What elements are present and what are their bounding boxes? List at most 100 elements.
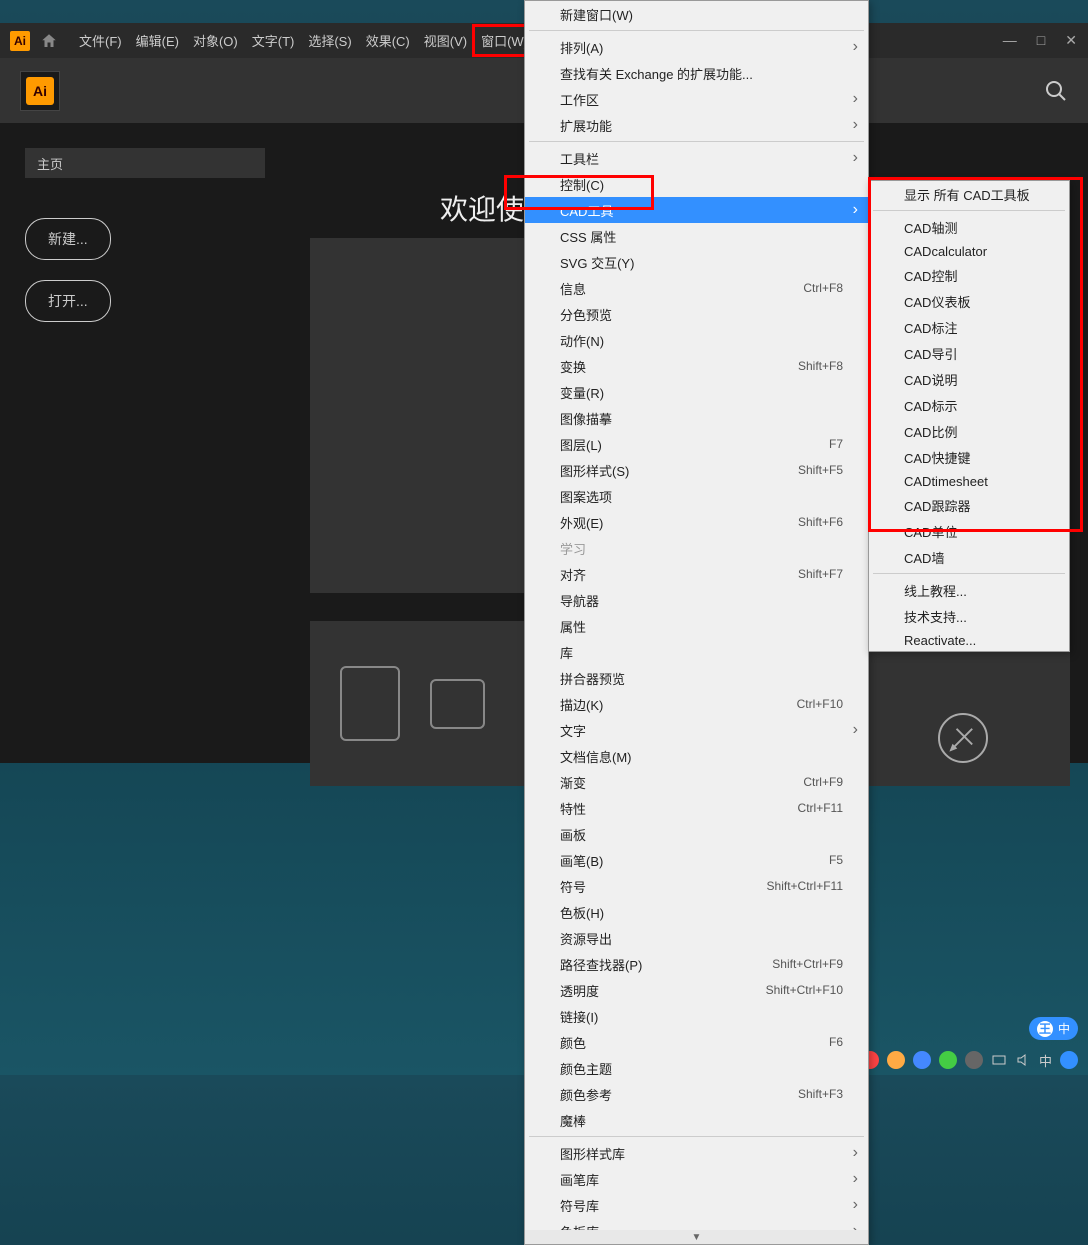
menu-bar: 文件(F) 编辑(E) 对象(O) 文字(T) 选择(S) 效果(C) 视图(V…: [73, 27, 534, 54]
menu-item[interactable]: 画板: [525, 821, 868, 847]
submenu-item[interactable]: CAD单位: [869, 518, 1069, 544]
menu-type[interactable]: 文字(T): [246, 27, 301, 54]
menu-item[interactable]: 色板(H): [525, 899, 868, 925]
search-icon[interactable]: [1044, 79, 1068, 103]
menu-item[interactable]: 文档信息(M): [525, 743, 868, 769]
menu-item[interactable]: 符号库: [525, 1192, 868, 1218]
app-logo-icon: Ai: [10, 31, 30, 51]
menu-file[interactable]: 文件(F): [73, 27, 128, 54]
close-button[interactable]: ✕: [1059, 32, 1083, 49]
new-button[interactable]: 新建...: [25, 218, 111, 260]
menu-item[interactable]: 动作(N): [525, 327, 868, 353]
submenu-item[interactable]: CAD轴测: [869, 214, 1069, 240]
submenu-item[interactable]: CADcalculator: [869, 240, 1069, 262]
menu-item[interactable]: 导航器: [525, 587, 868, 613]
menu-item[interactable]: 变量(R): [525, 379, 868, 405]
menu-item[interactable]: 颜色主题: [525, 1055, 868, 1081]
open-button[interactable]: 打开...: [25, 280, 111, 322]
submenu-item[interactable]: CAD说明: [869, 366, 1069, 392]
menu-view[interactable]: 视图(V): [418, 27, 473, 54]
menu-item[interactable]: 符号Shift+Ctrl+F11: [525, 873, 868, 899]
preset-icon[interactable]: [430, 679, 485, 729]
menu-item[interactable]: 渐变Ctrl+F9: [525, 769, 868, 795]
menu-item[interactable]: 魔棒: [525, 1107, 868, 1133]
page-title-input[interactable]: [25, 148, 265, 178]
window-controls: — □ ✕: [997, 32, 1083, 49]
submenu-item[interactable]: CAD跟踪器: [869, 492, 1069, 518]
submenu-item[interactable]: CADtimesheet: [869, 470, 1069, 492]
menu-item[interactable]: 透明度Shift+Ctrl+F10: [525, 977, 868, 1003]
menu-item[interactable]: 图形样式库: [525, 1140, 868, 1166]
ime-badge[interactable]: 王 中: [1029, 1017, 1078, 1040]
submenu-item[interactable]: CAD标示: [869, 392, 1069, 418]
menu-edit[interactable]: 编辑(E): [130, 27, 185, 54]
menu-item[interactable]: 特性Ctrl+F11: [525, 795, 868, 821]
menu-item[interactable]: 查找有关 Exchange 的扩展功能...: [525, 60, 868, 86]
volume-icon[interactable]: [1015, 1052, 1031, 1068]
submenu-item[interactable]: CAD仪表板: [869, 288, 1069, 314]
submenu-item[interactable]: Reactivate...: [869, 629, 1069, 651]
tray-icon[interactable]: [1060, 1051, 1078, 1069]
menu-item: 学习: [525, 535, 868, 561]
submenu-item[interactable]: 技术支持...: [869, 603, 1069, 629]
menu-item[interactable]: 颜色F6: [525, 1029, 868, 1055]
tray-icon[interactable]: [965, 1051, 983, 1069]
submenu-item[interactable]: CAD控制: [869, 262, 1069, 288]
menu-item[interactable]: 新建窗口(W): [525, 1, 868, 27]
menu-item[interactable]: 画笔(B)F5: [525, 847, 868, 873]
menu-item[interactable]: 描边(K)Ctrl+F10: [525, 691, 868, 717]
menu-item[interactable]: 资源导出: [525, 925, 868, 951]
maximize-button[interactable]: □: [1031, 32, 1051, 49]
menu-select[interactable]: 选择(S): [302, 27, 357, 54]
menu-item[interactable]: 对齐Shift+F7: [525, 561, 868, 587]
menu-item[interactable]: 分色预览: [525, 301, 868, 327]
preset-icon[interactable]: [340, 666, 400, 741]
submenu-item[interactable]: 线上教程...: [869, 577, 1069, 603]
ime-indicator[interactable]: 中: [1039, 1051, 1052, 1070]
menu-item[interactable]: CAD工具: [525, 197, 868, 223]
system-tray: 中: [851, 1045, 1088, 1075]
cad-tools-submenu: 显示 所有 CAD工具板 CAD轴测CADcalculatorCAD控制CAD仪表…: [868, 180, 1070, 652]
menu-item[interactable]: 工作区: [525, 86, 868, 112]
menu-item[interactable]: 控制(C): [525, 171, 868, 197]
menu-object[interactable]: 对象(O): [187, 27, 244, 54]
tools-circle-icon[interactable]: [938, 713, 988, 763]
menu-item[interactable]: 库: [525, 639, 868, 665]
menu-item[interactable]: 图像描摹: [525, 405, 868, 431]
menu-item[interactable]: 图案选项: [525, 483, 868, 509]
menu-item[interactable]: 颜色参考Shift+F3: [525, 1081, 868, 1107]
menu-item[interactable]: CSS 属性: [525, 223, 868, 249]
tray-icon[interactable]: [939, 1051, 957, 1069]
menu-item[interactable]: 文字: [525, 717, 868, 743]
minimize-button[interactable]: —: [997, 32, 1023, 49]
home-icon[interactable]: [40, 32, 58, 50]
submenu-item[interactable]: CAD快捷键: [869, 444, 1069, 470]
menu-item[interactable]: 扩展功能: [525, 112, 868, 138]
menu-item[interactable]: 信息Ctrl+F8: [525, 275, 868, 301]
submenu-item[interactable]: CAD导引: [869, 340, 1069, 366]
app-logo-big: Ai: [20, 71, 60, 111]
scroll-down-hint[interactable]: ▼: [525, 1230, 868, 1244]
tray-icon[interactable]: [991, 1052, 1007, 1068]
tray-icon[interactable]: [913, 1051, 931, 1069]
menu-item[interactable]: 外观(E)Shift+F6: [525, 509, 868, 535]
menu-item[interactable]: 属性: [525, 613, 868, 639]
menu-item[interactable]: 工具栏: [525, 145, 868, 171]
menu-item[interactable]: 排列(A): [525, 34, 868, 60]
welcome-heading: 欢迎使: [440, 188, 524, 228]
menu-item[interactable]: 拼合器预览: [525, 665, 868, 691]
submenu-item[interactable]: CAD标注: [869, 314, 1069, 340]
menu-effect[interactable]: 效果(C): [360, 27, 416, 54]
submenu-item[interactable]: CAD墙: [869, 544, 1069, 570]
menu-item[interactable]: 画笔库: [525, 1166, 868, 1192]
submenu-item[interactable]: 显示 所有 CAD工具板: [869, 181, 1069, 207]
menu-item[interactable]: 路径查找器(P)Shift+Ctrl+F9: [525, 951, 868, 977]
menu-item[interactable]: SVG 交互(Y): [525, 249, 868, 275]
tray-icon[interactable]: [887, 1051, 905, 1069]
menu-item[interactable]: 变换Shift+F8: [525, 353, 868, 379]
window-menu-dropdown: 新建窗口(W) 排列(A)查找有关 Exchange 的扩展功能...工作区扩展功…: [524, 0, 869, 1245]
menu-item[interactable]: 图形样式(S)Shift+F5: [525, 457, 868, 483]
submenu-item[interactable]: CAD比例: [869, 418, 1069, 444]
menu-item[interactable]: 链接(I): [525, 1003, 868, 1029]
menu-item[interactable]: 图层(L)F7: [525, 431, 868, 457]
